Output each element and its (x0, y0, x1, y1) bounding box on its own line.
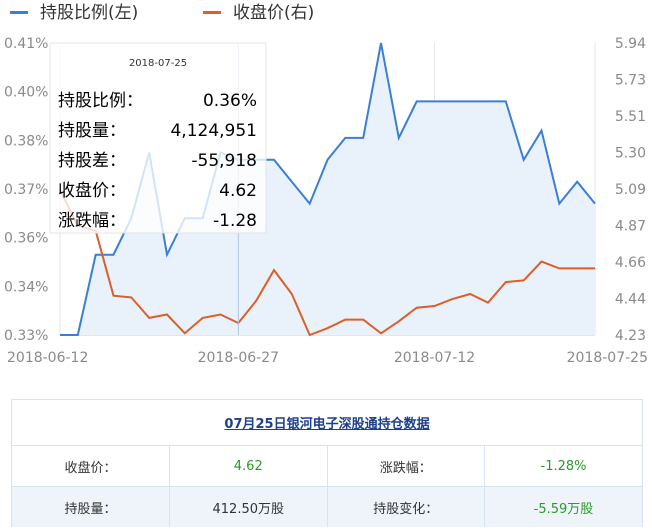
tooltip-value: 4,124,951 (170, 121, 257, 141)
legend-label: 收盘价(右) (233, 3, 314, 23)
holding-ratio-close-price-chart: 持股比例(左) 收盘价(右) 0.41% 0.40% 0.38% 0.37% 0.36% 0… (4, 3, 648, 366)
tooltip-label: 持股差： (58, 151, 126, 171)
close-price-label: 收盘价： (12, 446, 170, 487)
left-axis-tick: 0.41% (4, 36, 48, 52)
legend-swatch (10, 11, 28, 14)
left-axis-tick: 0.36% (4, 231, 48, 247)
tooltip-label: 持股比例： (58, 91, 143, 111)
holding-data-panel: 07月25日银河电子深股通持仓数据 收盘价： 4.62 涨跌幅： -1.28% … (11, 399, 643, 527)
holding-change-value: -5.59万股 (484, 486, 642, 527)
table-row: 收盘价： 4.62 涨跌幅： -1.28% (12, 446, 642, 487)
panel-title-link[interactable]: 07月25日银河电子深股通持仓数据 (224, 417, 429, 432)
tooltip-label: 涨跌幅： (58, 211, 126, 231)
left-axis-tick: 0.40% (4, 85, 48, 101)
tooltip-date: 2018-07-25 (129, 58, 187, 69)
right-axis-tick: 5.94 (615, 36, 646, 52)
table-row: 持股量： 412.50万股 持股变化： -5.59万股 (12, 486, 642, 527)
tooltip-label: 收盘价： (58, 181, 126, 201)
right-axis-tick: 5.30 (615, 146, 646, 162)
left-axis-tick: 0.34% (4, 279, 48, 295)
x-axis-tick: 2018-06-12 (7, 350, 88, 366)
close-price-value: 4.62 (169, 446, 328, 487)
tooltip-value: 4.62 (219, 181, 257, 201)
holding-change-label: 持股变化： (327, 486, 485, 527)
right-axis-tick: 4.23 (615, 328, 646, 344)
right-axis-tick: 4.44 (615, 292, 646, 308)
panel-title: 07月25日银河电子深股通持仓数据 (12, 400, 642, 446)
right-axis-tick: 4.66 (615, 255, 646, 271)
holding-label: 持股量： (12, 486, 170, 527)
tooltip-value: -1.28 (213, 211, 257, 231)
tooltip-value: -55,918 (191, 151, 257, 171)
right-axis-tick: 4.87 (615, 219, 646, 235)
tooltip-label: 持股量： (58, 121, 126, 141)
left-axis-tick: 0.37% (4, 182, 48, 198)
x-axis-tick: 2018-07-25 (567, 350, 648, 366)
right-axis-tick: 5.09 (615, 182, 646, 198)
right-axis-tick: 5.51 (615, 109, 646, 125)
left-axis-tick: 0.38% (4, 133, 48, 149)
left-axis-tick: 0.33% (4, 328, 48, 344)
change-pct-value: -1.28% (540, 458, 587, 474)
data-tooltip: 2018-07-25 持股比例： 0.36% 持股量： 4,124,951 持股差： -55… (49, 42, 267, 234)
x-axis-tick: 2018-06-27 (198, 350, 279, 366)
legend-swatch (203, 11, 221, 14)
chart-legend: 持股比例(左) 收盘价(右) (10, 3, 314, 23)
change-pct-label: 涨跌幅： (327, 446, 485, 487)
tooltip-value: 0.36% (203, 91, 257, 111)
holding-value: 412.50万股 (169, 486, 328, 527)
x-axis-tick: 2018-07-12 (394, 350, 475, 366)
legend-label: 持股比例(左) (40, 3, 138, 23)
holding-data-table: 收盘价： 4.62 涨跌幅： -1.28% 持股量： 412.50万股 持股变化… (12, 446, 642, 527)
right-axis-tick: 5.73 (615, 73, 646, 89)
